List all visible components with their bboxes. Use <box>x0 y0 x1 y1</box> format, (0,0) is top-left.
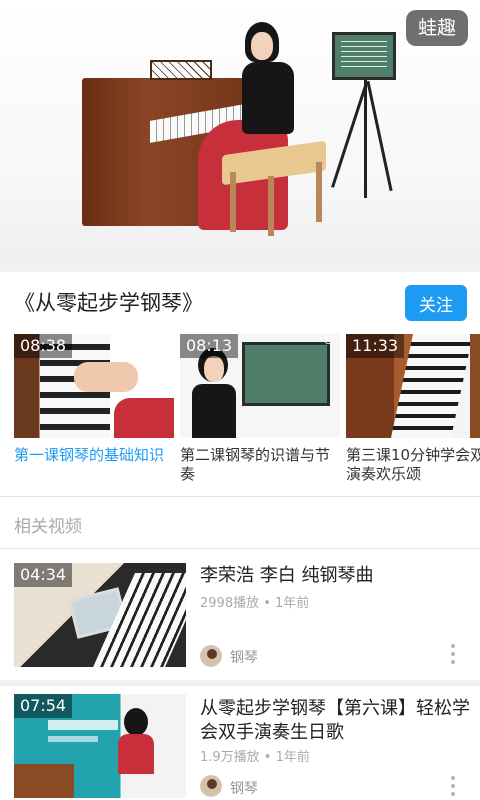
uploader-name[interactable]: 钢琴 <box>230 778 258 798</box>
more-dot <box>451 776 455 780</box>
cc-icon: CC <box>324 337 337 347</box>
more-dot <box>451 652 455 656</box>
lesson-title[interactable]: 第一课钢琴的基础知识 <box>14 446 174 465</box>
related-videos-heading: 相关视频 <box>14 517 82 537</box>
related-video-meta: 1.9万播放 • 1年前 <box>200 750 310 765</box>
course-title: 《从零起步学钢琴》 <box>14 291 203 315</box>
related-video-meta: 2998播放 • 1年前 <box>200 596 310 611</box>
section-divider <box>0 496 480 497</box>
piano-image <box>14 764 74 798</box>
hand-image <box>74 362 138 392</box>
lesson-thumbnail[interactable]: 08:38 CC <box>14 334 174 438</box>
teacher-hair-image <box>124 708 148 736</box>
section-divider <box>0 262 480 272</box>
lesson-title[interactable]: 第三课10分钟学会双手演奏欢乐颂 <box>346 446 480 484</box>
duration-badge: 08:13 <box>180 334 239 358</box>
related-video-thumbnail[interactable]: 07:54 <box>14 694 186 798</box>
related-video-item[interactable]: 04:34 李荣浩 李白 纯钢琴曲 2998播放 • 1年前 钢琴 <box>0 550 480 680</box>
skirt-image <box>114 398 174 438</box>
bench-leg <box>230 172 236 232</box>
more-dot <box>451 792 455 796</box>
more-options-icon[interactable] <box>446 774 460 800</box>
easel-image <box>242 342 330 406</box>
bench-leg <box>268 176 274 236</box>
teacher-jacket-image <box>192 384 236 438</box>
more-dot <box>451 660 455 664</box>
bench-leg <box>316 162 322 222</box>
duration-badge: 04:34 <box>14 563 73 587</box>
title-card-image <box>48 720 118 730</box>
video-detail-page: 蛙趣 《从零起步学钢琴》 关注 08:38 CC 第一课钢琴的基础知识 08:1… <box>0 0 480 800</box>
related-video-title[interactable]: 从零起步学钢琴【第六课】轻松学会双手演奏生日歌 <box>200 697 470 745</box>
teacher-dress-image <box>118 734 154 774</box>
more-dot <box>451 784 455 788</box>
duration-badge: 07:54 <box>14 694 73 718</box>
duration-badge: 08:38 <box>14 334 73 358</box>
lesson-list: 08:38 CC 第一课钢琴的基础知识 08:13 CC 第二课钢琴的识谱与节奏… <box>0 334 480 494</box>
channel-watermark: 蛙趣 <box>405 10 468 46</box>
more-options-icon[interactable] <box>446 642 460 668</box>
video-player[interactable]: 蛙趣 <box>0 0 480 262</box>
lesson-thumbnail[interactable]: 08:13 CC <box>180 334 340 438</box>
easel-leg <box>331 82 368 188</box>
related-video-thumbnail[interactable]: 04:34 <box>14 563 186 667</box>
teacher-jacket-illustration <box>242 62 294 134</box>
lesson-thumbnail[interactable]: 11:33 CC <box>346 334 480 438</box>
section-divider <box>0 548 480 549</box>
duration-badge: 11:33 <box>346 334 405 358</box>
easel-leg <box>366 80 393 192</box>
uploader-avatar[interactable] <box>200 645 222 667</box>
title-card-image <box>48 736 98 742</box>
easel-leg <box>364 80 367 198</box>
follow-button[interactable]: 关注 <box>405 285 467 321</box>
music-stand-illustration <box>150 60 212 80</box>
teacher-face-illustration <box>251 32 273 60</box>
piano-side-image <box>470 334 480 438</box>
uploader-name[interactable]: 钢琴 <box>230 647 258 667</box>
teacher-face-image <box>204 356 224 382</box>
uploader-avatar[interactable] <box>200 775 222 797</box>
easel-board-illustration <box>332 32 396 80</box>
lesson-title[interactable]: 第二课钢琴的识谱与节奏 <box>180 446 340 484</box>
related-video-title[interactable]: 李荣浩 李白 纯钢琴曲 <box>200 564 470 588</box>
cc-icon: CC <box>158 337 171 347</box>
more-dot <box>451 644 455 648</box>
related-video-item[interactable]: 07:54 从零起步学钢琴【第六课】轻松学会双手演奏生日歌 1.9万播放 • 1… <box>0 686 480 800</box>
